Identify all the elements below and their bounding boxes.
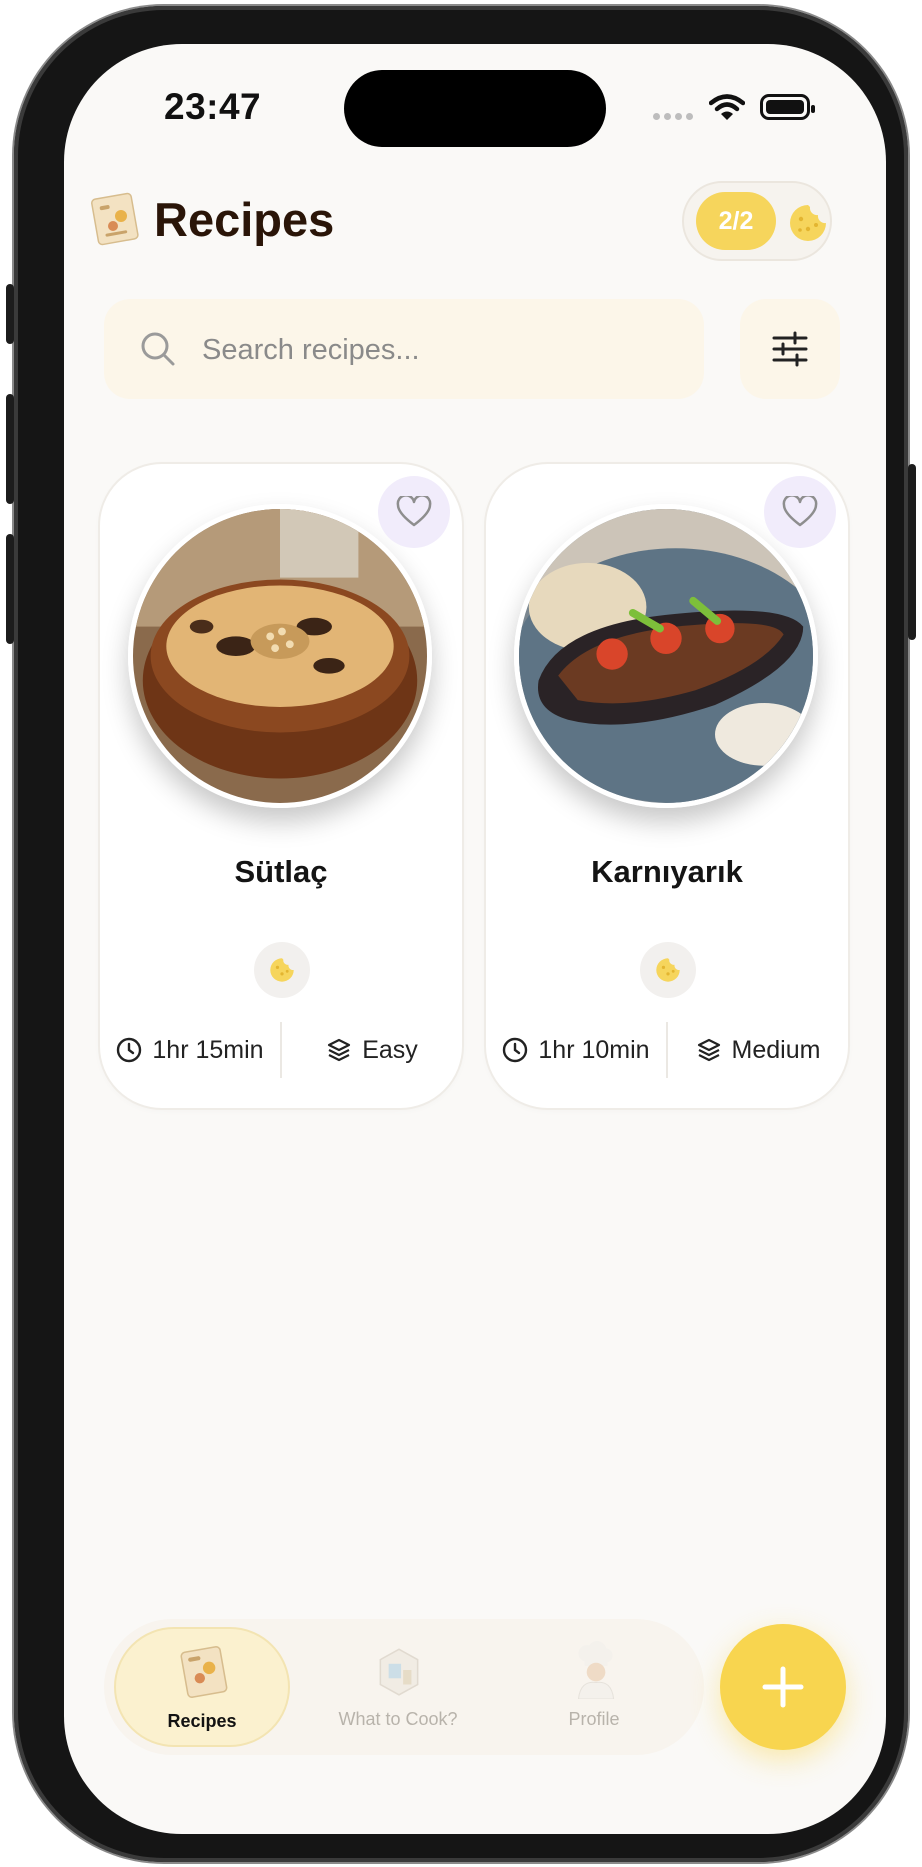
difficulty: Medium [668,1036,848,1065]
phone-frame: 23:47 Recipes 2/2 Search recipes... Sütl… [6,6,916,1862]
action-button [6,284,14,344]
plus-icon [762,1666,804,1708]
favorite-button[interactable] [378,476,450,548]
kitchen-icon [379,1648,419,1696]
difficulty-text: Medium [731,1035,821,1064]
wifi-icon [709,94,745,120]
recipe-book-icon [180,1646,228,1698]
app-screen: 23:47 Recipes 2/2 Search recipes... Sütl… [64,44,886,1834]
duration: 1hr 10min [486,1036,666,1065]
search-bar[interactable] [104,299,704,401]
credits-indicator[interactable]: 2/2 [682,181,832,261]
duration-text: 1hr 15min [152,1035,264,1064]
add-recipe-button[interactable] [720,1624,846,1750]
recipe-card[interactable]: Karnıyarık 1hr 10min Medium [484,462,850,1110]
status-time: 23:47 [164,86,262,127]
heart-icon [782,496,818,527]
difficulty: Easy [282,1036,462,1065]
recipe-book-icon [91,192,139,246]
cookie-icon [790,205,826,241]
layers-icon [328,1038,351,1062]
recipe-meta: 1hr 10min Medium [486,1020,848,1080]
power-button [908,464,916,640]
difficulty-text: Easy [362,1035,418,1064]
cookie-icon [656,958,680,982]
cookie-badge [640,942,696,998]
sliders-icon [772,331,808,367]
layers-icon [697,1038,720,1062]
duration-text: 1hr 10min [538,1035,650,1064]
clock-icon [503,1037,528,1063]
tab-label: Profile [568,1709,620,1729]
dynamic-island [344,70,606,147]
tab-what-to-cook[interactable]: What to Cook? [310,1627,486,1747]
tab-label: Recipes [167,1711,237,1731]
search-input[interactable] [200,299,684,401]
signal-icon [653,113,693,120]
recipe-photo [128,504,432,808]
recipe-name: Karnıyarık [591,854,743,889]
favorite-button[interactable] [764,476,836,548]
clock-icon [117,1037,142,1063]
battery-icon [760,94,815,120]
tab-recipes[interactable]: Recipes [114,1627,290,1747]
tab-profile[interactable]: Profile [506,1627,682,1747]
chef-icon [577,1641,615,1699]
heart-icon [396,496,432,527]
credits-count: 2/2 [696,192,776,250]
volume-down-button [6,534,14,644]
cookie-badge [254,942,310,998]
recipe-photo [514,504,818,808]
search-icon [141,332,175,366]
recipe-name: Sütlaç [234,854,328,889]
bottom-tab-bar: Recipes What to Cook? Profile [104,1619,704,1755]
recipe-meta: 1hr 15min Easy [100,1020,462,1080]
cookie-icon [270,958,294,982]
filter-button[interactable] [740,299,840,399]
duration: 1hr 15min [100,1036,280,1065]
volume-up-button [6,394,14,504]
page-title: Recipes [154,193,335,246]
tab-label: What to Cook? [338,1709,458,1729]
recipe-card[interactable]: Sütlaç 1hr 15min Easy [98,462,464,1110]
